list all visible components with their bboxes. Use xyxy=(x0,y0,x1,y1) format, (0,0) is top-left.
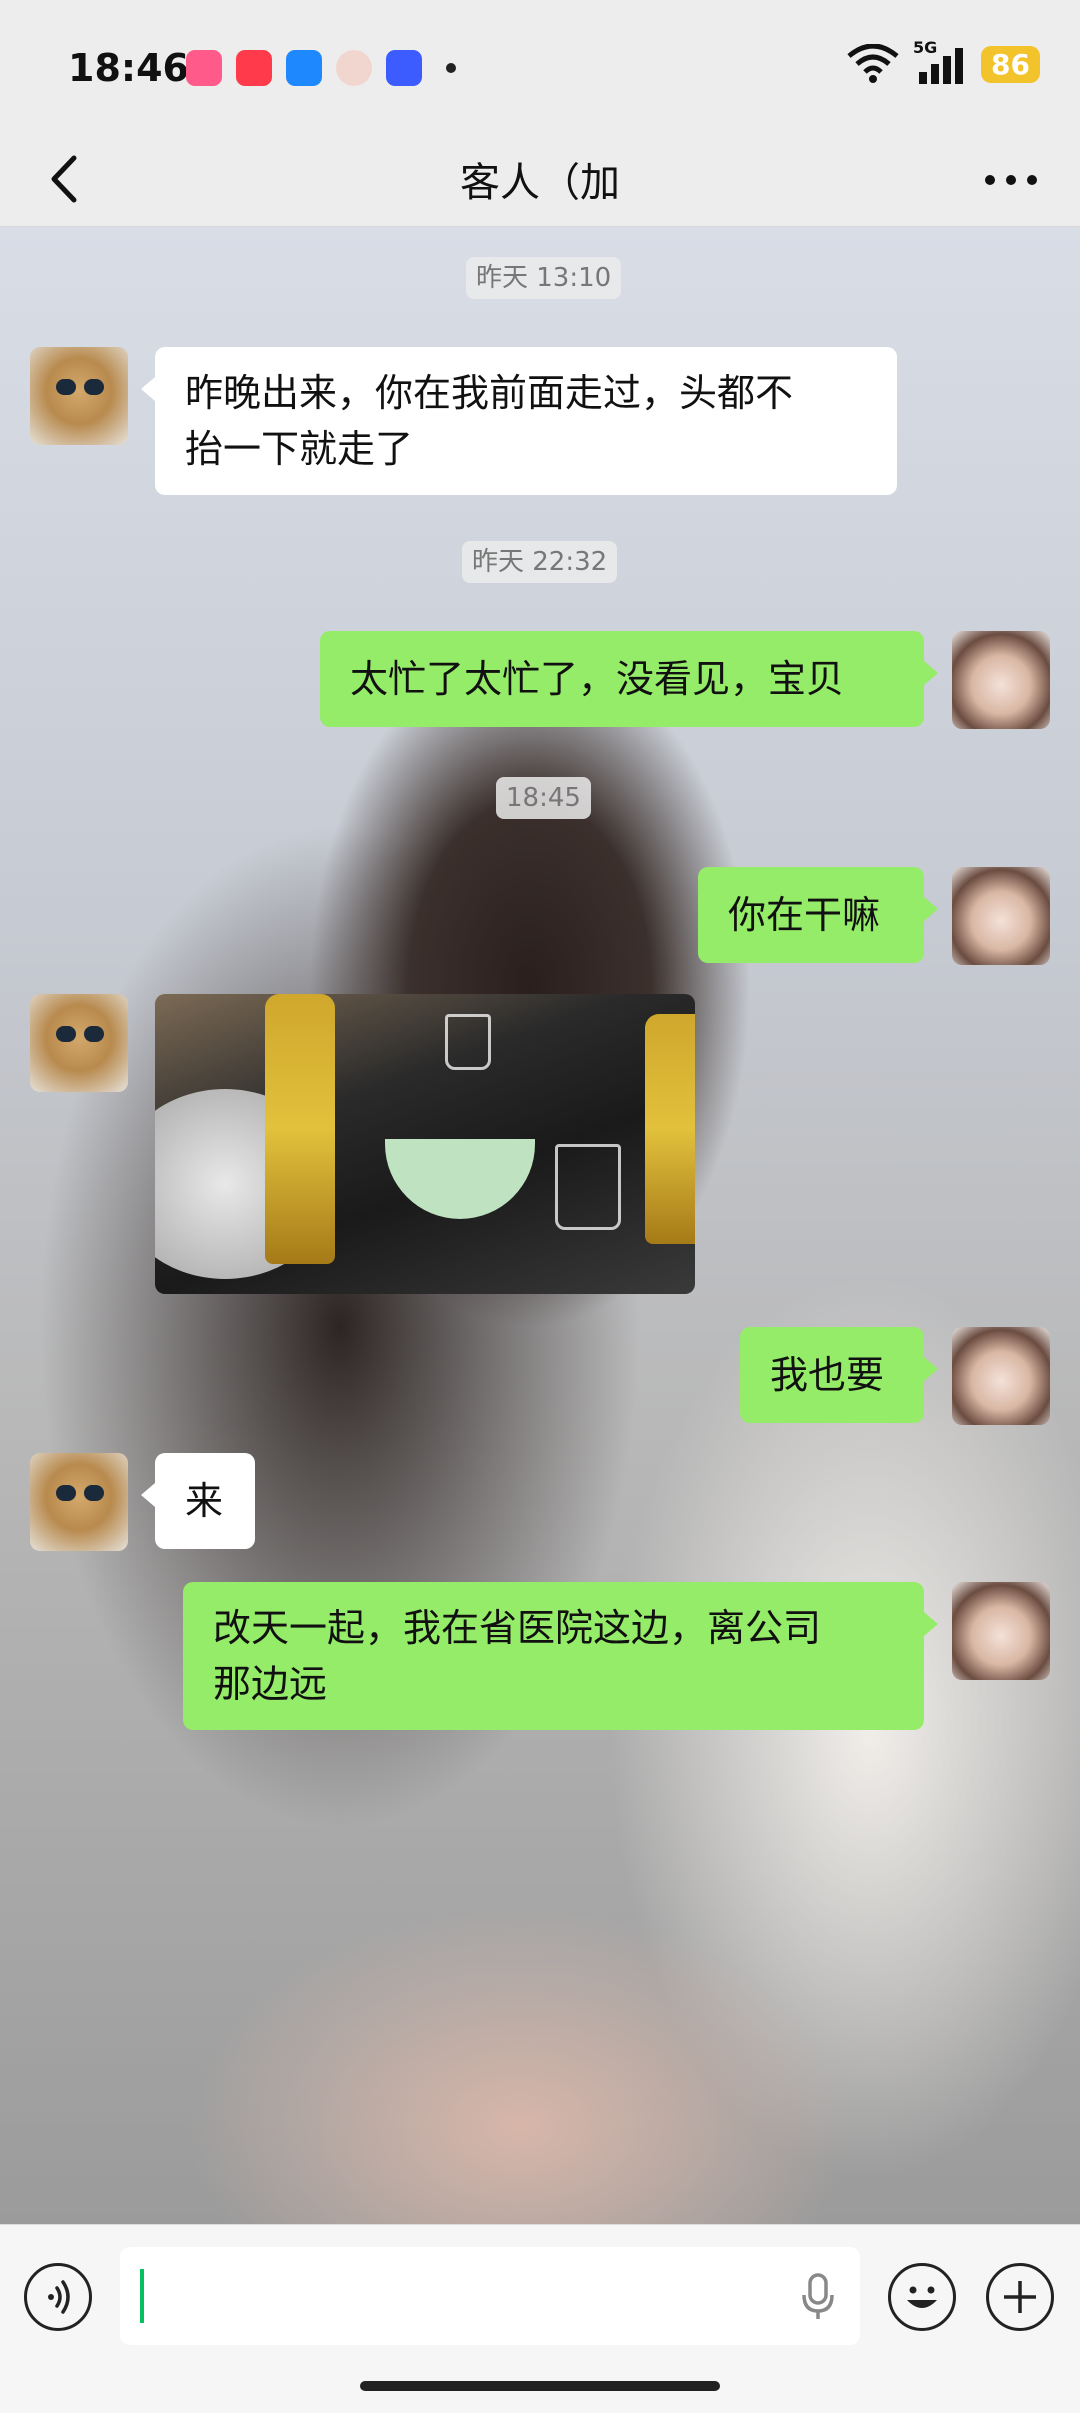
status-time: 18:46 xyxy=(68,46,189,90)
chat-message-list[interactable]: 昨天 13:10 昨晚出来，你在我前面走过，头都不 抬一下就走了 昨天 22:3… xyxy=(0,227,1080,2224)
message-text: 我也要 xyxy=(770,1353,885,1397)
app-icon-red xyxy=(236,50,272,86)
avatar-app-icon xyxy=(336,50,372,86)
message-text: 太忙了太忙了，没看见，宝贝 xyxy=(350,657,845,701)
message-input[interactable] xyxy=(120,2247,860,2345)
sunglasses-icon xyxy=(56,1485,104,1501)
message-text: 来 xyxy=(185,1479,224,1523)
message-text-line: 抬一下就走了 xyxy=(185,427,414,471)
input-toolbar xyxy=(0,2224,1080,2413)
incoming-message-bubble[interactable]: 来 xyxy=(141,1453,255,1549)
chat-title: 客人（加 xyxy=(460,160,620,206)
beer-bottle-shape xyxy=(265,994,335,1264)
battery-indicator: 86 xyxy=(981,45,1040,83)
outgoing-message-bubble[interactable]: 我也要 xyxy=(740,1327,938,1423)
status-bar: 18:46 5G 86 xyxy=(0,0,1080,130)
system-icons: 5G 86 xyxy=(847,38,1040,84)
message-text-line: 昨晚出来，你在我前面走过，头都不 xyxy=(185,371,794,415)
message-timestamp: 昨天 13:10 xyxy=(466,257,622,299)
outgoing-message-bubble[interactable]: 太忙了太忙了，没看见，宝贝 xyxy=(320,631,938,727)
wifi-icon xyxy=(847,44,899,83)
contact-avatar[interactable] xyxy=(30,1453,128,1551)
bilibili-app-icon xyxy=(186,50,222,86)
message-timestamp: 昨天 22:32 xyxy=(462,541,618,583)
sunglasses-icon xyxy=(56,1026,104,1042)
message-text-line: 改天一起，我在省医院这边，离公司 xyxy=(213,1606,822,1650)
voice-input-toggle[interactable] xyxy=(24,2263,92,2331)
sunglasses-icon xyxy=(56,379,104,395)
message-text: 你在干嘛 xyxy=(728,893,881,937)
self-avatar[interactable] xyxy=(952,867,1050,965)
beer-bottle-shape xyxy=(645,1014,695,1244)
self-avatar[interactable] xyxy=(952,1327,1050,1425)
cellular-signal-icon: 5G xyxy=(913,38,967,84)
image-message[interactable] xyxy=(155,994,695,1294)
plus-icon xyxy=(1004,2281,1036,2313)
text-caret xyxy=(140,2269,144,2323)
emoji-button[interactable] xyxy=(888,2263,956,2331)
notification-icons xyxy=(186,50,456,86)
more-actions-button[interactable] xyxy=(986,2263,1054,2331)
message-text-line: 那边远 xyxy=(213,1662,328,1706)
smiley-icon xyxy=(907,2286,937,2308)
chat-header: 客人（加 xyxy=(0,130,1080,227)
outgoing-message-bubble[interactable]: 改天一起，我在省医院这边，离公司 那边远 xyxy=(183,1582,938,1730)
game-app-icon xyxy=(386,50,422,86)
home-indicator[interactable] xyxy=(360,2381,720,2391)
contact-avatar[interactable] xyxy=(30,347,128,445)
contact-avatar[interactable] xyxy=(30,994,128,1092)
outgoing-message-bubble[interactable]: 你在干嘛 xyxy=(698,867,938,963)
self-avatar[interactable] xyxy=(952,1582,1050,1680)
glass-shape xyxy=(445,1014,491,1070)
more-notifications-dot xyxy=(446,63,456,73)
more-options-button[interactable] xyxy=(976,160,1046,200)
incoming-message-bubble[interactable]: 昨晚出来，你在我前面走过，头都不 抬一下就走了 xyxy=(141,347,897,495)
app-icon-blue xyxy=(286,50,322,86)
microphone-icon[interactable] xyxy=(796,2273,840,2321)
glass-shape xyxy=(555,1144,621,1230)
self-avatar[interactable] xyxy=(952,631,1050,729)
message-timestamp: 18:45 xyxy=(496,777,591,819)
bowl-shape xyxy=(385,1139,535,1219)
voice-wave-icon xyxy=(48,2280,70,2314)
ellipsis-icon xyxy=(985,175,1037,185)
